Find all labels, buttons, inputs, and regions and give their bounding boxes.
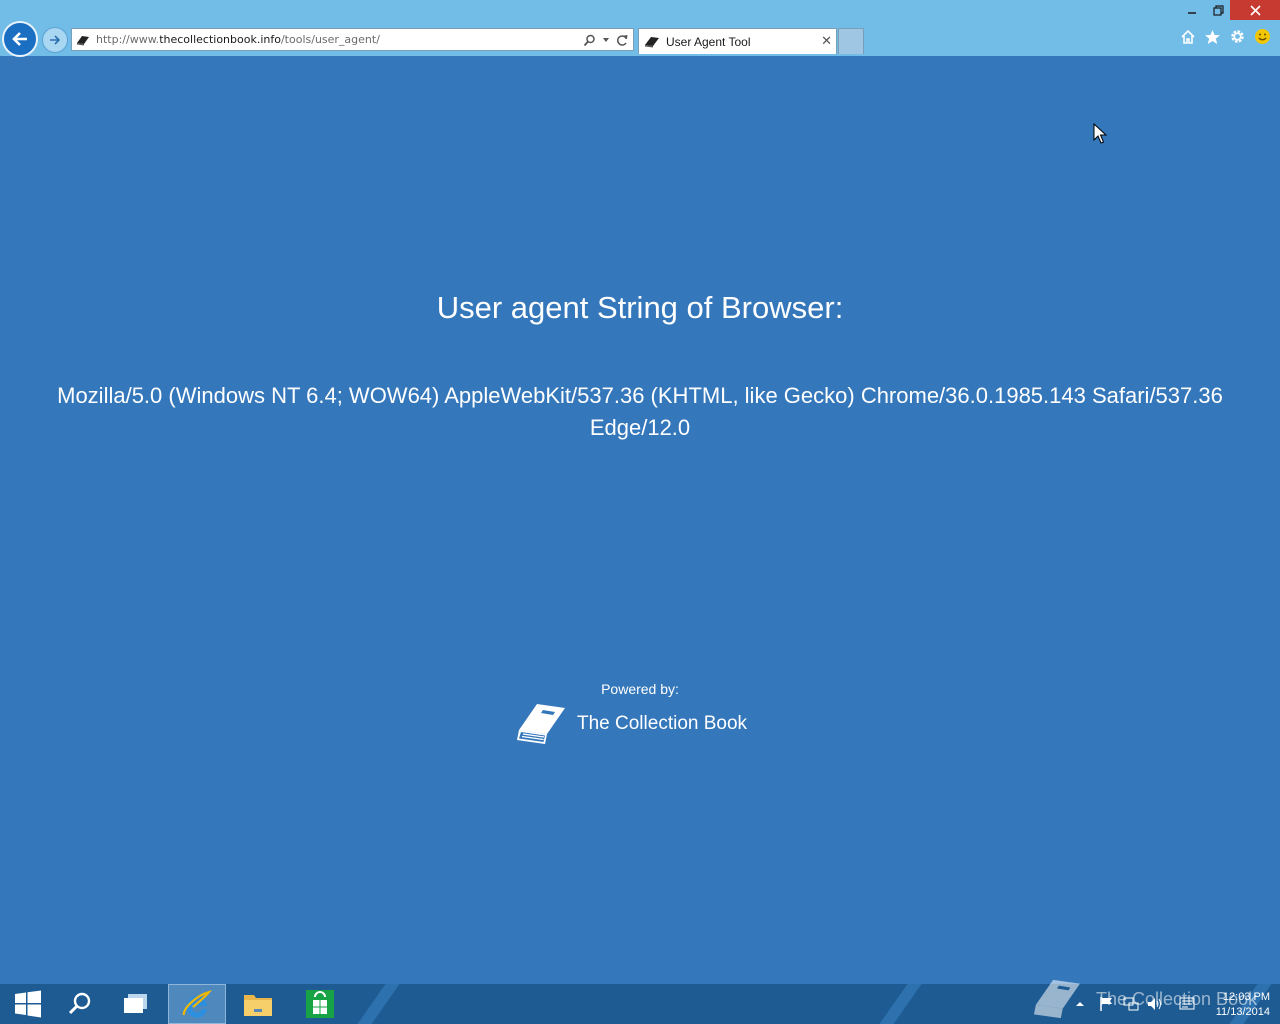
restore-icon [1212,4,1224,16]
brand-name: The Collection Book [577,713,748,734]
close-icon [1249,4,1261,16]
url-path: /tools/user_agent/ [280,33,380,46]
minimize-icon [1188,12,1196,14]
gear-icon[interactable] [1229,28,1246,45]
ie-icon [182,989,213,1018]
windows-start-icon [15,990,41,1018]
smiley-icon[interactable] [1254,28,1271,45]
watermark: The Collection Book [1030,976,1257,1022]
browser-toolbar-icons [1180,28,1271,45]
close-icon[interactable]: ✕ [821,34,832,49]
url-text: http://www.thecollectionbook.info/tools/… [96,33,380,46]
taskbar-ie-button[interactable] [168,984,226,1024]
url-domain: thecollectionbook.info [159,33,281,46]
home-icon[interactable] [1180,29,1196,45]
tab-title: User Agent Tool [666,34,751,49]
book-logo-icon [1033,979,1080,1019]
taskbar-search-icon [68,992,91,1015]
store-icon [306,990,334,1018]
new-tab-button[interactable] [838,28,864,54]
forward-button[interactable] [42,27,68,53]
user-agent-line-2: Edge/12.0 [589,415,691,440]
refresh-icon[interactable] [616,34,629,47]
taskbar-file-explorer-button[interactable] [230,984,286,1024]
book-logo-icon [517,704,565,744]
watermark-text: The Collection Book [1096,988,1258,1009]
task-view-icon [124,994,147,1013]
restore-button[interactable] [1204,0,1232,20]
file-explorer-icon [244,995,272,1016]
book-favicon-icon [72,29,94,50]
taskbar-search-button[interactable] [52,984,108,1024]
search-icon[interactable] [583,34,596,47]
star-icon[interactable] [1204,29,1221,45]
browser-chrome: http://www.thecollectionbook.info/tools/… [0,0,1280,57]
powered-by-label: Powered by: [601,681,679,697]
start-button[interactable] [0,984,56,1024]
book-favicon-icon [645,37,659,48]
window-close-button[interactable] [1230,0,1280,20]
url-prefix: http://www. [96,33,160,46]
brand-link[interactable]: The Collection Book [513,700,747,748]
taskbar-store-button[interactable] [292,984,348,1024]
tab-user-agent-tool[interactable]: User Agent Tool ✕ [638,28,837,54]
back-arrow-icon [12,32,27,46]
user-agent-string: Mozilla/5.0 (Windows NT 6.4; WOW64) Appl… [40,380,1240,444]
forward-arrow-icon [50,35,61,45]
page-title: User agent String of Browser: [436,290,844,325]
minimize-button[interactable] [1178,0,1206,20]
user-agent-line-1: Mozilla/5.0 (Windows NT 6.4; WOW64) Appl… [57,383,1223,408]
mouse-cursor-icon [1093,123,1107,144]
back-button[interactable] [2,21,38,57]
task-view-button[interactable] [108,984,164,1024]
address-bar[interactable]: http://www.thecollectionbook.info/tools/… [71,28,634,51]
address-tools [583,31,629,49]
dropdown-icon[interactable] [602,37,610,43]
